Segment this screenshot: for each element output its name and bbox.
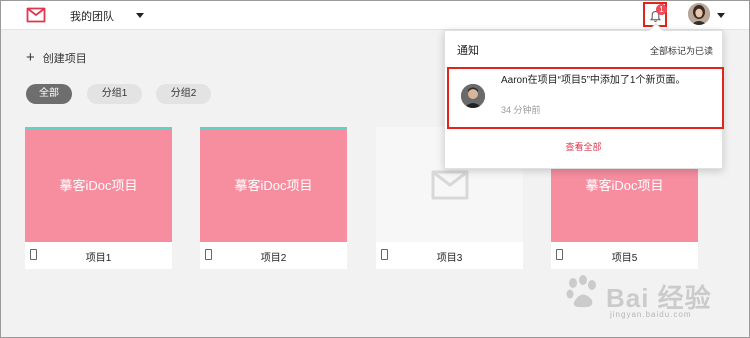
panel-title: 通知 [457,45,479,57]
project-name: 项目2 [260,253,287,264]
watermark-url: jingyan.baidu.com [610,310,692,319]
mark-all-read-link[interactable]: 全部标记为已读 [650,44,713,57]
notification-badge: 1 [656,4,667,15]
app-logo-icon[interactable] [26,7,46,23]
filter-all[interactable]: 全部 [26,84,72,104]
paw-icon [566,275,596,308]
card-accent-stripe [25,127,172,130]
project-footer: 项目5 [551,242,698,269]
project-card[interactable]: 摹客iDoc项目 项目1 [25,127,172,269]
view-all-link[interactable]: 查看全部 [445,140,722,153]
top-bar: 我的团队 1 [0,0,750,30]
card-accent-stripe [200,127,347,130]
project-footer: 项目2 [200,242,347,269]
notification-text: Aaron在项目“项目5”中添加了1个新页面。 [501,75,686,86]
project-footer: 项目3 [376,242,523,269]
plus-icon: + [26,49,35,66]
placeholder-logo-icon [431,170,468,199]
project-footer: 项目1 [25,242,172,269]
user-avatar[interactable] [688,3,710,25]
create-project-label: 创建项目 [42,53,87,65]
team-selector[interactable]: 我的团队 [70,8,114,24]
filter-group-2[interactable]: 分组2 [156,84,211,104]
baidu-watermark: Bai 经验 jingyan.baidu.com [562,270,732,330]
notification-time: 34 分钟前 [501,105,541,115]
project-thumbnail: 摹客iDoc项目 [25,127,172,242]
project-card[interactable]: 摹客iDoc项目 项目2 [200,127,347,269]
notification-item[interactable]: Aaron在项目“项目5”中添加了1个新页面。 34 分钟前 [447,67,724,129]
project-thumbnail: 摹客iDoc项目 [200,127,347,242]
project-name: 项目3 [436,253,463,264]
avatar-chevron-down-icon[interactable] [717,13,725,18]
avatar [461,84,485,108]
project-name: 项目1 [85,253,112,264]
filter-group-1[interactable]: 分组1 [87,84,142,104]
create-project-button[interactable]: + 创建项目 [26,50,87,66]
project-name: 项目5 [611,253,638,264]
notification-panel: 通知 全部标记为已读 Aaron在项目“项目5”中添加了1个新页面。 34 分钟… [444,30,724,169]
chevron-down-icon[interactable] [136,13,144,18]
